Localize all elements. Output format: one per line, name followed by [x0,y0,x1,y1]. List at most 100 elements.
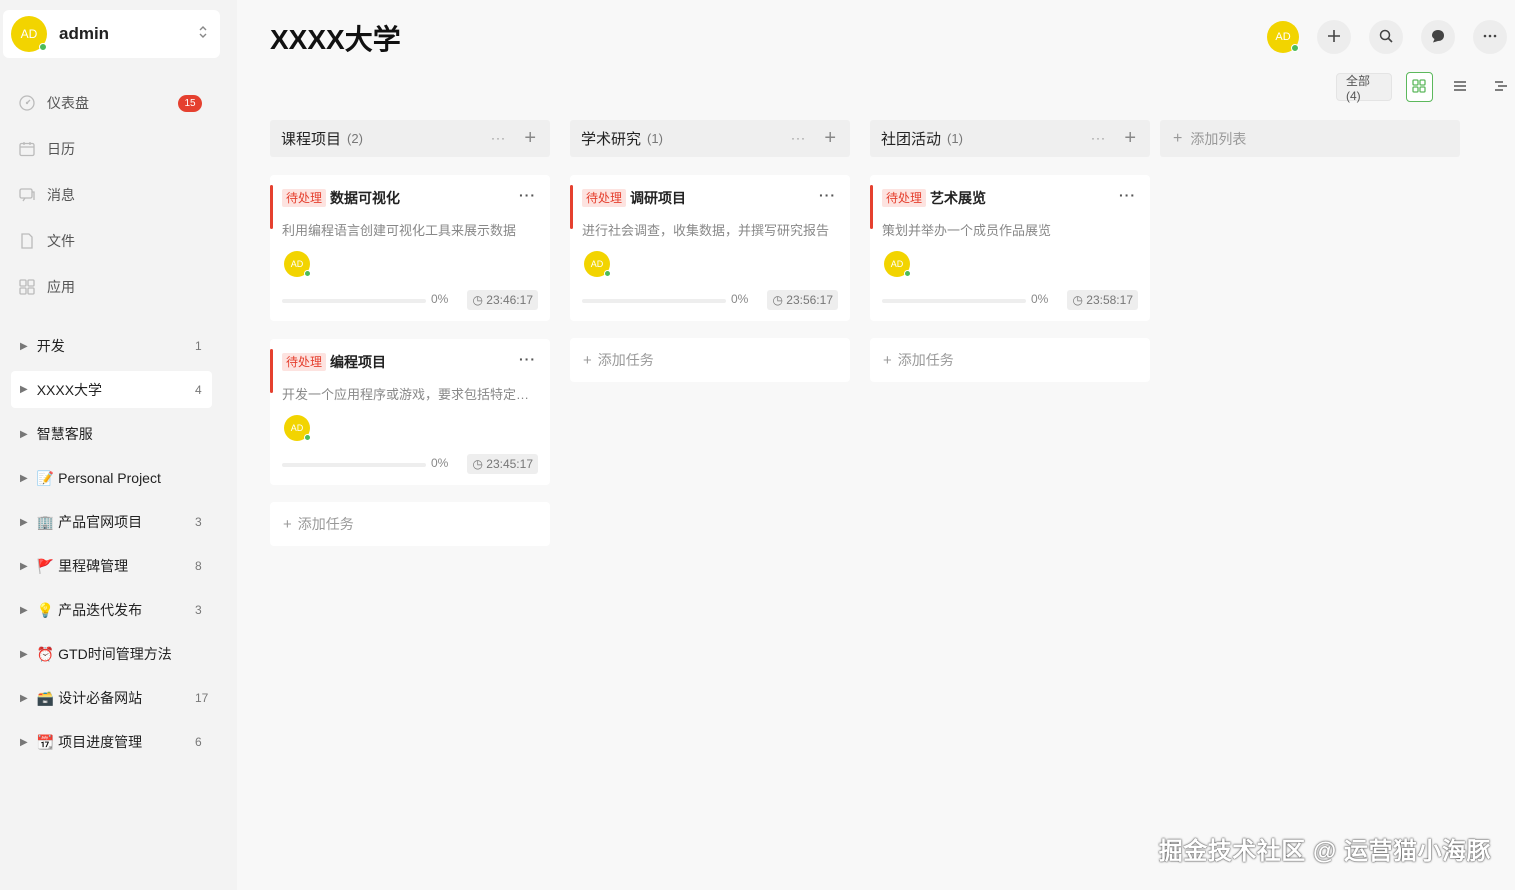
project-name: 里程碑管理 [58,558,129,574]
board-view-button[interactable] [1405,72,1433,102]
project-item[interactable]: ▶ 📆 项目进度管理 6 [0,720,237,764]
assignee-avatar[interactable]: AD [884,251,911,277]
chevron-up-down-icon [198,24,208,42]
project-count: 4 [195,382,202,397]
more-horizontal-icon[interactable]: ··· [791,131,806,145]
user-switcher[interactable]: AD admin [3,10,220,58]
caret-right-icon[interactable]: ▶ [20,341,28,352]
task-card[interactable]: 待处理 数据可视化 ··· 利用编程语言创建可视化工具来展示数据 AD 0% ◷… [270,175,550,321]
calendar-icon [18,140,36,158]
project-item[interactable]: ▶ 💡 产品迭代发布 3 [0,588,237,632]
nav-item-dashboard[interactable]: 仪表盘 15 [0,80,237,126]
progress-percent: 0% [1031,292,1049,306]
project-name: GTD时间管理方法 [58,646,172,662]
avatar-initials: AD [1275,31,1291,43]
project-item-active[interactable]: ▶ XXXX大学 4 [11,371,212,408]
project-item[interactable]: ▶ 🗃️ 设计必备网站 17 [0,676,237,720]
time-value: 23:45:17 [486,457,533,471]
chat-bubble-icon [1430,28,1446,47]
column-header: 课程项目 (2) ··· + [270,120,550,157]
caret-right-icon[interactable]: ▶ [20,384,28,395]
status-tag: 待处理 [882,189,927,207]
column-title: 学术研究 [581,131,642,148]
more-horizontal-icon[interactable]: ··· [519,187,536,203]
board-column: 学术研究 (1) ··· + [570,120,850,157]
card-description: 进行社会调查，收集数据，并撰写研究报告 [582,223,830,238]
nav-item-messages[interactable]: 消息 [0,172,237,218]
project-count: 8 [195,559,202,573]
flag-icon: 🚩 [36,557,55,574]
filter-button[interactable]: 全部 (4) [1336,73,1392,103]
chat-button[interactable] [1421,20,1455,54]
more-horizontal-icon[interactable]: ··· [1119,187,1136,203]
assignee-avatar[interactable]: AD [284,251,311,277]
caret-right-icon[interactable]: ▶ [20,605,28,616]
plus-icon[interactable]: + [824,127,836,150]
assignee-avatar[interactable]: AD [584,251,611,277]
caret-right-icon[interactable]: ▶ [20,737,28,748]
avatar-initials: AD [290,259,304,269]
caret-right-icon[interactable]: ▶ [20,473,28,484]
add-list-button[interactable]: + 添加列表 [1160,120,1460,157]
online-status-dot [304,434,311,441]
list-view-button[interactable] [1447,72,1474,102]
column-count: (2) [347,131,363,146]
more-button[interactable] [1473,20,1507,54]
search-button[interactable] [1369,20,1403,54]
board-column: 课程项目 (2) ··· + [270,120,550,157]
task-card[interactable]: 待处理 艺术展览 ··· 策划并举办一个成员作品展览 AD 0% ◷ 23:58… [870,175,1150,321]
avatar-initials: AD [890,259,904,269]
card-title: 调研项目 [630,190,686,206]
add-task-button[interactable]: + 添加任务 [270,502,550,546]
priority-bar [270,185,273,229]
task-card[interactable]: 待处理 调研项目 ··· 进行社会调查，收集数据，并撰写研究报告 AD 0% ◷… [570,175,850,321]
card-title: 编程项目 [330,354,386,370]
column-count: (1) [947,131,963,146]
nav-item-calendar[interactable]: 日历 [0,126,237,172]
more-horizontal-icon[interactable]: ··· [491,131,506,145]
caret-right-icon[interactable]: ▶ [20,693,28,704]
plus-icon: + [283,515,292,533]
avatar-initials: AD [590,259,604,269]
more-horizontal-icon[interactable]: ··· [1091,131,1106,145]
more-horizontal-icon[interactable]: ··· [519,351,536,367]
caret-right-icon[interactable]: ▶ [20,561,28,572]
project-name: 开发 [36,338,65,354]
gantt-icon [1493,78,1509,97]
user-name: admin [59,24,110,43]
watermark: 掘金技术社区 @ 运营猫小海豚 [1158,838,1491,865]
project-item[interactable]: ▶ 🚩 里程碑管理 8 [0,544,237,588]
project-item[interactable]: ▶ 🏢 产品官网项目 3 [0,500,237,544]
more-horizontal-icon[interactable]: ··· [819,187,836,203]
task-card[interactable]: 待处理 编程项目 ··· 开发一个应用程序或游戏，要求包括特定功能 AD 0% … [270,339,550,485]
project-name: 产品官网项目 [58,514,143,530]
add-task-button[interactable]: + 添加任务 [570,338,850,382]
gantt-view-button[interactable] [1488,72,1515,102]
project-item[interactable]: ▶ 智慧客服 [0,412,237,456]
progress-percent: 0% [431,292,449,306]
project-item[interactable]: ▶ ⏰ GTD时间管理方法 [0,632,237,676]
assignee-avatar[interactable]: AD [284,415,311,441]
header-avatar[interactable]: AD [1267,21,1299,53]
caret-right-icon[interactable]: ▶ [20,649,28,660]
online-status-dot [1291,44,1299,52]
add-task-label: 添加任务 [897,352,954,368]
online-status-dot [904,270,911,277]
nav-item-apps[interactable]: 应用 [0,264,237,310]
project-item[interactable]: ▶ 📝 Personal Project [0,456,237,500]
avatar-initials: AD [20,27,38,41]
caret-right-icon[interactable]: ▶ [20,517,28,528]
add-task-button[interactable]: + 添加任务 [870,338,1150,382]
project-name: Personal Project [58,470,161,486]
caret-right-icon[interactable]: ▶ [20,429,28,440]
project-item[interactable]: ▶ 开发 1 [0,324,237,368]
add-button[interactable] [1317,20,1351,54]
online-status-dot [39,43,47,51]
nav-item-files[interactable]: 文件 [0,218,237,264]
project-count: 3 [195,515,202,529]
grid-icon [1411,78,1427,97]
plus-icon[interactable]: + [524,127,536,150]
more-horizontal-icon [1482,28,1498,47]
time-badge: ◷ 23:46:17 [467,290,538,310]
plus-icon[interactable]: + [1124,127,1136,150]
